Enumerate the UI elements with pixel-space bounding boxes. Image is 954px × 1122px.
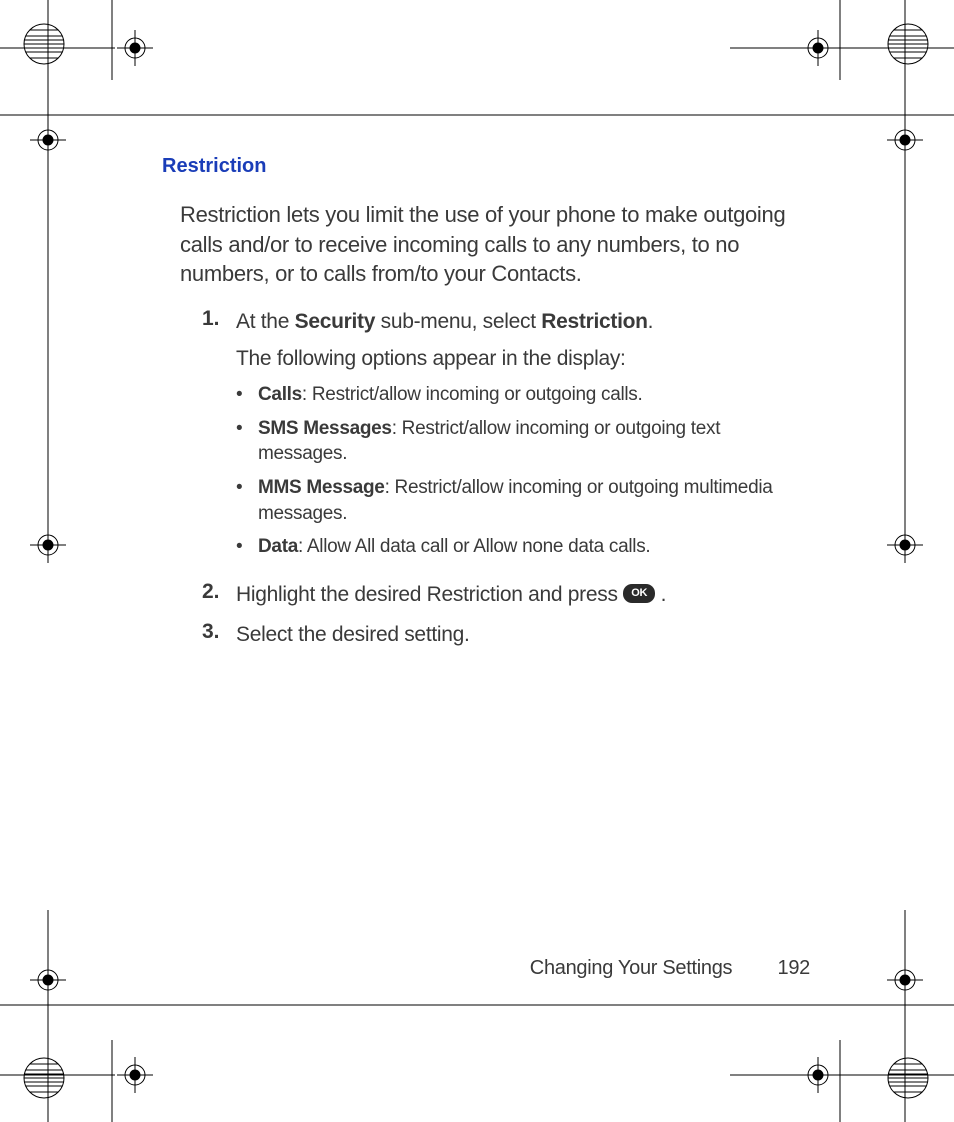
section-heading: Restriction — [162, 155, 802, 178]
bullet-item: • MMS Message: Restrict/allow incoming o… — [236, 475, 778, 526]
bullet-bold: Data — [258, 536, 298, 557]
step-text: sub-menu, select — [375, 310, 541, 333]
step-text: Select the desired setting. — [236, 623, 470, 646]
bullet-body: SMS Messages: Restrict/allow incoming or… — [258, 416, 778, 467]
content-area: Restriction Restriction lets you limit t… — [162, 155, 802, 661]
step-body: Select the desired setting. — [236, 620, 470, 650]
page: Restriction Restriction lets you limit t… — [0, 0, 954, 1122]
step-number: 1. — [202, 307, 236, 570]
step-text: At the — [236, 310, 295, 333]
bullet-mark: • — [236, 534, 258, 560]
bullet-item: • SMS Messages: Restrict/allow incoming … — [236, 416, 778, 467]
step-body: Highlight the desired Restriction and pr… — [236, 580, 666, 610]
bullet-list: • Calls: Restrict/allow incoming or outg… — [236, 382, 778, 560]
steps-list: 1. At the Security sub-menu, select Rest… — [202, 307, 802, 651]
bullet-mark: • — [236, 382, 258, 408]
bullet-body: Calls: Restrict/allow incoming or outgoi… — [258, 382, 643, 408]
page-footer: Changing Your Settings 192 — [0, 957, 810, 980]
bullet-rest: : Allow All data call or Allow none data… — [298, 536, 650, 557]
bullet-bold: MMS Message — [258, 477, 385, 498]
footer-page-number: 192 — [778, 957, 810, 980]
intro-paragraph: Restriction lets you limit the use of yo… — [180, 200, 802, 289]
bullet-mark: • — [236, 416, 258, 467]
step-1: 1. At the Security sub-menu, select Rest… — [202, 307, 802, 570]
step-text: . — [661, 583, 667, 606]
step-bold: Security — [295, 310, 375, 333]
bullet-rest: : Restrict/allow incoming or outgoing ca… — [302, 384, 643, 405]
step-3: 3. Select the desired setting. — [202, 620, 802, 650]
bullet-item: • Calls: Restrict/allow incoming or outg… — [236, 382, 778, 408]
step-text: Highlight the desired Restriction and pr… — [236, 583, 623, 606]
bullet-body: Data: Allow All data call or Allow none … — [258, 534, 650, 560]
step-text: . — [648, 310, 654, 333]
step-body: At the Security sub-menu, select Restric… — [236, 307, 778, 570]
bullet-bold: SMS Messages — [258, 418, 392, 439]
step-subline: The following options appear in the disp… — [236, 344, 778, 374]
bullet-bold: Calls — [258, 384, 302, 405]
step-number: 2. — [202, 580, 236, 610]
bullet-item: • Data: Allow All data call or Allow non… — [236, 534, 778, 560]
step-number: 3. — [202, 620, 236, 650]
step-2: 2. Highlight the desired Restriction and… — [202, 580, 802, 610]
ok-button-icon: OK — [623, 584, 655, 603]
bullet-mark: • — [236, 475, 258, 526]
bullet-body: MMS Message: Restrict/allow incoming or … — [258, 475, 778, 526]
step-bold: Restriction — [541, 310, 647, 333]
footer-section: Changing Your Settings — [530, 957, 732, 979]
